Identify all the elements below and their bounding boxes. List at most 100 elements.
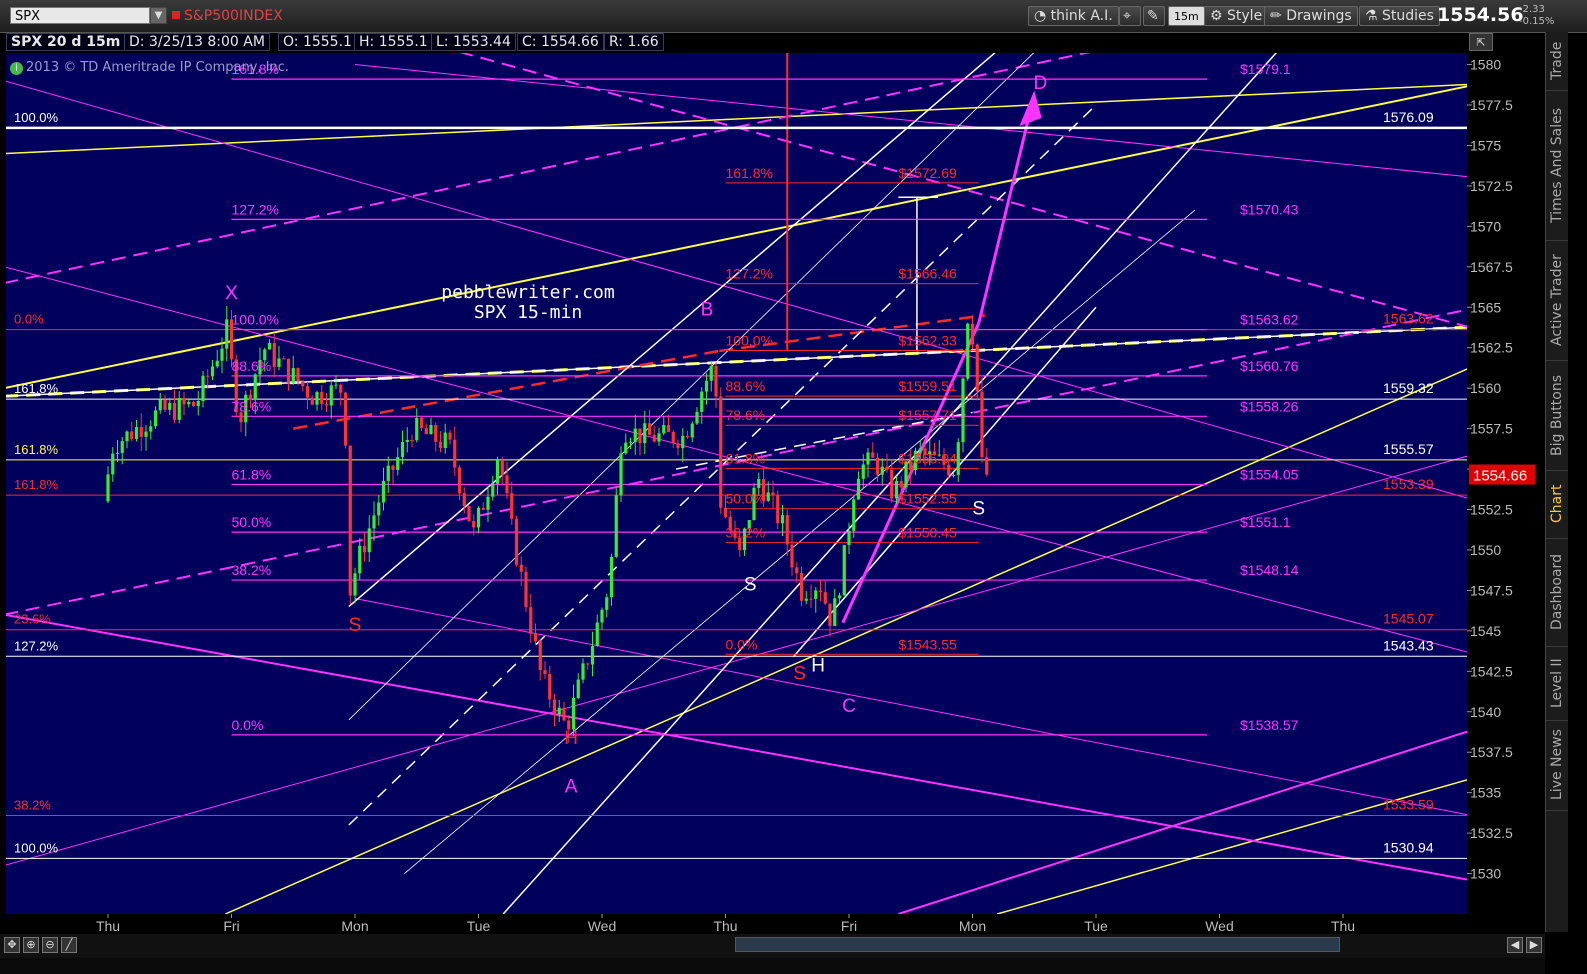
tab-chart[interactable]: Chart (1546, 470, 1568, 539)
candle-body (828, 603, 832, 627)
magenta-fib-percent: 50.0% (232, 514, 272, 530)
x-tick-label: Fri (223, 918, 239, 934)
candle-body (462, 493, 466, 506)
pattern-point-label: A (565, 777, 578, 798)
candle-body (457, 467, 462, 494)
candle-body (533, 633, 538, 642)
draw-tool-button[interactable]: ╱ (61, 937, 77, 953)
candle-body (719, 396, 723, 508)
red-fib-percent: 61.8% (726, 450, 766, 466)
candle-body (158, 399, 162, 411)
candle-body (419, 417, 424, 429)
candle-body (823, 592, 827, 604)
candle-body (799, 573, 804, 601)
pattern-point-label: B (701, 299, 714, 320)
scroll-left-button[interactable]: ◀ (1507, 937, 1523, 953)
red-fib-price: $1557.71 (898, 407, 957, 423)
magenta-fib-percent: 78.6% (232, 398, 272, 414)
watermark-title: SPX 15-min (474, 302, 582, 323)
y-tick-label: 1560 (1470, 380, 1501, 396)
candle-body (153, 410, 158, 427)
x-tick-label: Mon (341, 918, 368, 934)
zoom-out-button[interactable]: ⊖ (42, 937, 58, 953)
tab-big-buttons[interactable]: Big Buttons (1546, 360, 1568, 471)
candle-body (353, 573, 357, 596)
candle-body (448, 432, 452, 440)
y-tick-label: 1540 (1470, 704, 1501, 720)
candle-body (837, 595, 842, 599)
candle-body (671, 431, 675, 444)
pattern-point-label: S (793, 663, 806, 684)
candle-body (139, 427, 143, 437)
candle-body (277, 358, 281, 367)
red-fib-price: $1543.55 (898, 636, 957, 652)
magenta-fib-price: $1548.14 (1240, 562, 1299, 578)
tab-live-news[interactable]: Live News (1546, 720, 1568, 811)
candle-body (187, 401, 191, 405)
candle-body (495, 459, 500, 484)
candle-body (225, 319, 229, 349)
candle-body (163, 399, 167, 410)
pattern-point-label: S (972, 498, 985, 519)
level-price-label: 1543.43 (1383, 637, 1434, 653)
tab-trade[interactable]: Trade (1546, 32, 1568, 91)
candle-body (695, 411, 699, 424)
bar-open: O: 1555.1 (278, 33, 357, 51)
symbol-period[interactable]: SPX 20 d 15m (6, 33, 126, 51)
pattern-point-label: S (349, 615, 362, 636)
candle-body (966, 323, 970, 379)
candle-body (410, 440, 414, 442)
price-chart[interactable]: 100.0% 1576.09 161.8% 1559.32 161.8% 1555.57 1… (0, 0, 1587, 974)
candle-body (329, 385, 333, 406)
candle-body (144, 431, 148, 437)
candle-body (339, 384, 343, 393)
scroll-right-button[interactable]: ▶ (1526, 937, 1542, 953)
candle-body (856, 478, 861, 500)
pan-button[interactable]: ✥ (4, 937, 20, 953)
level-price-label: 1563.62 (1383, 311, 1434, 327)
tab-dashboard[interactable]: Dashboard (1546, 538, 1568, 647)
level-left-label: 100.0% (14, 840, 59, 855)
zoom-in-button[interactable]: ⊕ (23, 937, 39, 953)
tab-times-and-sales[interactable]: Times And Sales (1546, 90, 1568, 241)
red-fib-percent: 0.0% (726, 636, 758, 652)
candle-body (125, 431, 129, 442)
magenta-fib-percent: 100.0% (232, 312, 279, 328)
tab-active-trader[interactable]: Active Trader (1546, 240, 1568, 361)
candle-body (301, 381, 305, 387)
candle-body (253, 374, 257, 400)
chart-plot-area[interactable] (6, 53, 1467, 914)
time-scrollbar[interactable] (735, 937, 1340, 952)
candle-body (866, 452, 870, 465)
bar-low: L: 1553.44 (431, 33, 516, 51)
level-price-label: 1559.32 (1383, 380, 1434, 396)
copyright-text: 2013 © TD Ameritrade IP Company, Inc. (26, 60, 290, 75)
pattern-point-label: X (225, 283, 238, 304)
x-tick-label: Tue (467, 918, 491, 934)
candle-body (709, 365, 713, 381)
candle-body (951, 474, 956, 476)
red-fib-percent: 50.0% (726, 491, 766, 507)
candle-body (595, 622, 599, 647)
candle-body (310, 397, 314, 405)
candle-body (871, 452, 875, 458)
current-price-label: 1554.66 (1473, 468, 1527, 485)
tab-level-ii[interactable]: Level II (1546, 646, 1568, 721)
magenta-fib-price: $1560.76 (1240, 358, 1299, 374)
candle-body (975, 344, 979, 392)
candle-body (415, 417, 419, 441)
candle-body (676, 443, 680, 449)
candle-body (980, 391, 984, 458)
info-icon[interactable]: i (10, 62, 23, 75)
candle-body (396, 457, 400, 470)
candle-body (899, 480, 903, 488)
magenta-fib-percent: 38.2% (232, 562, 272, 578)
pattern-point-label: H (564, 728, 578, 749)
red-fib-price: $1562.33 (898, 332, 957, 348)
y-tick-label: 1580 (1470, 57, 1501, 73)
magenta-fib-percent: 0.0% (232, 717, 264, 733)
expand-chart-button[interactable]: ⇱ (1469, 33, 1493, 51)
y-tick-label: 1535 (1470, 785, 1501, 801)
candle-body (581, 663, 585, 680)
red-fib-percent: 100.0% (726, 332, 773, 348)
